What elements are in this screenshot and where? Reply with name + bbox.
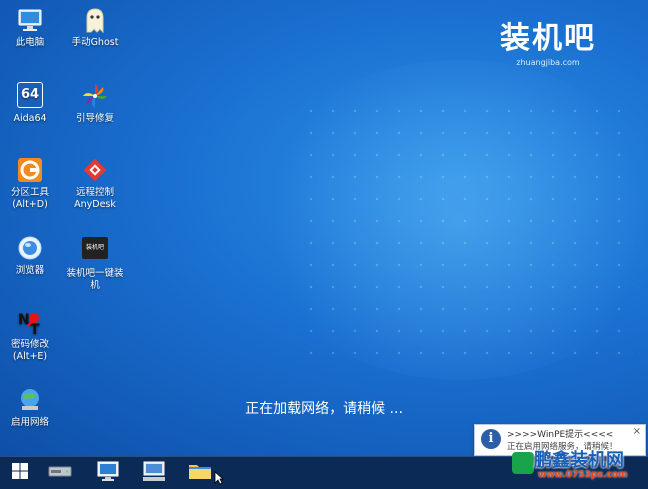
folder-icon <box>187 460 213 486</box>
status-text: 正在加载网络，请稍候 ... <box>245 401 403 417</box>
browser-icon <box>16 234 44 262</box>
desktop-icon-browser[interactable]: 浏览器 <box>0 234 60 277</box>
desktop-icon-this-pc[interactable]: 此电脑 <box>0 6 60 49</box>
network-monitor-icon <box>141 459 167 487</box>
watermark-url: www.0753px.com <box>538 470 628 480</box>
desktop-icon-label: 手动Ghost <box>71 37 119 48</box>
start-button[interactable] <box>2 459 38 487</box>
watermark: 鹏鑫装机网 www.0753px.com <box>512 444 648 488</box>
desktop-icon-password[interactable]: NT 密码修改 (Alt+E) <box>0 308 60 363</box>
brand-logo-text: 装机吧 <box>500 21 596 56</box>
desktop-icon-label: 远程控制 <box>75 187 114 198</box>
desktop-icon-label: 装机吧一键装 <box>66 268 124 279</box>
password-icon: NT <box>16 308 44 338</box>
status-message: 正在加载网络，请稍候 ... <box>0 398 648 418</box>
desktop-icon-aida64[interactable]: 64 Aida64 <box>0 82 60 125</box>
taskbar-file-explorer[interactable] <box>182 459 218 487</box>
desktop-icon-manual-ghost[interactable]: 手动Ghost <box>64 6 126 49</box>
computer-icon <box>16 6 44 34</box>
brand-logo: 装机吧 zhuangjiba.com <box>500 21 596 68</box>
anydesk-icon <box>81 156 109 184</box>
pinwheel-icon <box>81 82 109 110</box>
taskbar-network-monitor[interactable] <box>136 459 172 487</box>
info-icon: i <box>481 429 501 449</box>
desktop-icon-boot-repair[interactable]: 引导修复 <box>64 82 126 125</box>
desktop-background: 此电脑 64 Aida64 分区工具 (Alt+D) 浏览器 NT 密码修改 (… <box>0 0 648 456</box>
desktop-icon-label: 浏览器 <box>15 265 45 276</box>
close-icon[interactable]: × <box>633 426 641 437</box>
ghost-icon <box>81 6 109 34</box>
aida64-icon: 64 <box>16 82 44 110</box>
desktop-icon-label-2: AnyDesk <box>74 199 116 210</box>
installer-badge: 装机吧 <box>85 244 104 251</box>
desktop-icon-label: 引导修复 <box>75 113 114 124</box>
desktop-icon-anydesk[interactable]: 远程控制 AnyDesk <box>64 156 126 211</box>
computer-icon <box>96 459 120 487</box>
desktop-icon-label: Aida64 <box>13 113 47 124</box>
drive-icon <box>47 461 73 485</box>
desktop-icon-label: 分区工具 <box>10 187 49 198</box>
taskbar-drive[interactable] <box>42 459 78 487</box>
installer-icon: 装机吧 <box>81 237 109 265</box>
desktop-icon-label-2: (Alt+E) <box>12 351 48 362</box>
diskgenius-icon <box>16 156 44 184</box>
watermark-name: 鹏鑫装机网 <box>534 450 624 471</box>
taskbar-computer[interactable] <box>90 459 126 487</box>
desktop-icon-partition-tool[interactable]: 分区工具 (Alt+D) <box>0 156 60 211</box>
desktop-icon-label-2: (Alt+D) <box>12 199 48 210</box>
desktop-icon-label-2: 机 <box>90 280 100 291</box>
notification-title: >>>>WinPE提示<<<< <box>507 430 614 440</box>
start-icon <box>11 462 29 484</box>
watermark-logo-icon <box>512 452 534 474</box>
svg-text:T: T <box>30 322 40 336</box>
background-pattern <box>300 100 640 360</box>
aida64-badge: 64 <box>18 83 42 107</box>
desktop-icon-label: 启用网络 <box>10 417 49 428</box>
desktop-icon-label: 密码修改 <box>10 339 49 350</box>
brand-url: zhuangjiba.com <box>516 58 580 67</box>
desktop-icon-label: 此电脑 <box>15 37 45 48</box>
mouse-cursor-icon <box>214 470 225 489</box>
desktop-icon-one-click-install[interactable]: 装机吧 装机吧一键装 机 <box>64 234 126 292</box>
